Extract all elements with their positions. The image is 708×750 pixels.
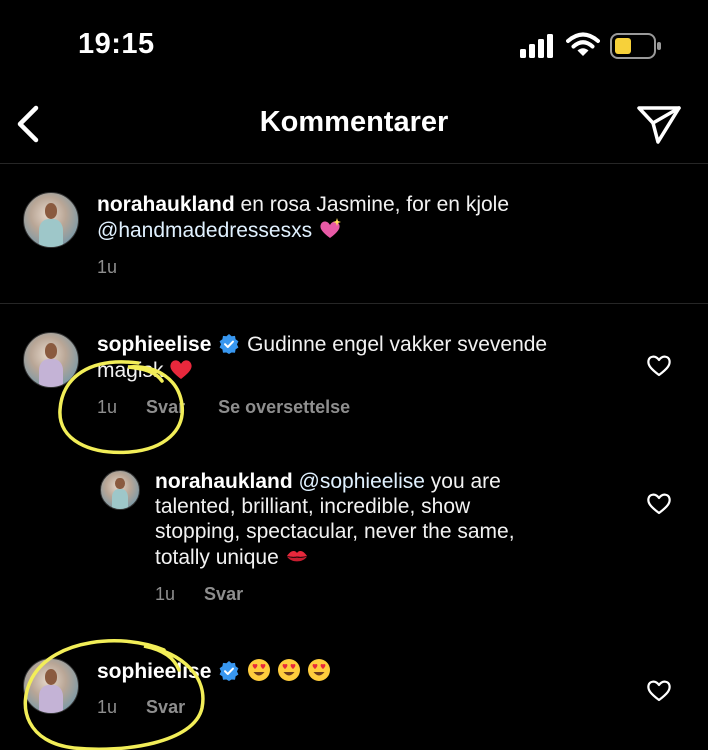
heart-eyes-emoji-icon	[277, 659, 300, 681]
verified-badge-icon	[219, 334, 239, 354]
caption-body: en rosa Jasmine, for en kjole	[240, 193, 510, 216]
comment-text: sophieelise Gudinne engel vakker svevend…	[97, 332, 617, 383]
verified-badge-icon	[219, 661, 239, 681]
comment-username[interactable]: sophieelise	[97, 660, 211, 683]
comment-time: 1u	[97, 697, 118, 717]
caption-username[interactable]: norahaukland	[97, 193, 235, 216]
reply-button[interactable]: Svar	[146, 397, 185, 417]
see-translation-button[interactable]: Se oversettelse	[218, 397, 350, 417]
comment-body: Gudinne engel vakker svevende	[247, 333, 548, 356]
reply-body-line3: stopping, spectacular, never the same,	[155, 520, 515, 543]
header-divider	[0, 163, 708, 164]
reply-button[interactable]: Svar	[146, 697, 185, 717]
reply-meta: 1u Svar	[155, 584, 243, 605]
reply-body-line2: talented, brilliant, incredible, show	[155, 495, 471, 518]
avatar[interactable]	[23, 332, 79, 388]
heart-eyes-emoji-icon	[307, 659, 330, 681]
comment-meta: 1u Svar Se oversettelse	[97, 397, 350, 418]
battery-icon	[610, 33, 661, 59]
like-heart-icon[interactable]	[646, 678, 672, 702]
status-time: 19:15	[78, 28, 155, 60]
red-heart-icon	[170, 360, 192, 379]
comments-screen: 19:15 Kommentarer norahaukland en rosa J…	[0, 0, 708, 750]
comment-time: 1u	[97, 397, 118, 417]
avatar[interactable]	[100, 470, 140, 510]
reply-button[interactable]: Svar	[204, 584, 243, 604]
like-heart-icon[interactable]	[646, 353, 672, 377]
send-direct-icon[interactable]	[636, 104, 682, 146]
reply-time: 1u	[155, 584, 176, 604]
caption-text: norahaukland en rosa Jasmine, for en kjo…	[97, 192, 617, 243]
caption-divider	[0, 303, 708, 304]
sparkling-heart-icon	[320, 218, 341, 238]
avatar[interactable]	[23, 192, 79, 248]
reply-text: norahaukland @sophieelise you are talent…	[155, 469, 625, 570]
wifi-icon	[566, 32, 600, 56]
page-title: Kommentarer	[259, 106, 449, 138]
kiss-mark-icon	[286, 551, 307, 562]
comment-meta: 1u Svar	[97, 697, 185, 718]
reply-body-line4: totally unique	[155, 546, 279, 569]
comment-body-line2: magisk	[97, 359, 164, 382]
comment-text: sophieelise	[97, 658, 617, 684]
reply-body-line1: you are	[430, 470, 501, 493]
caption-mention[interactable]: @handmadedressesxs	[97, 219, 312, 242]
reply-mention[interactable]: @sophieelise	[299, 470, 425, 493]
caption-time: 1u	[97, 257, 118, 277]
like-heart-icon[interactable]	[646, 491, 672, 515]
cellular-signal-icon	[520, 34, 553, 58]
reply-username[interactable]: norahaukland	[155, 470, 293, 493]
heart-eyes-emoji-icon	[248, 659, 271, 681]
comment-username[interactable]: sophieelise	[97, 333, 211, 356]
avatar[interactable]	[23, 658, 79, 714]
